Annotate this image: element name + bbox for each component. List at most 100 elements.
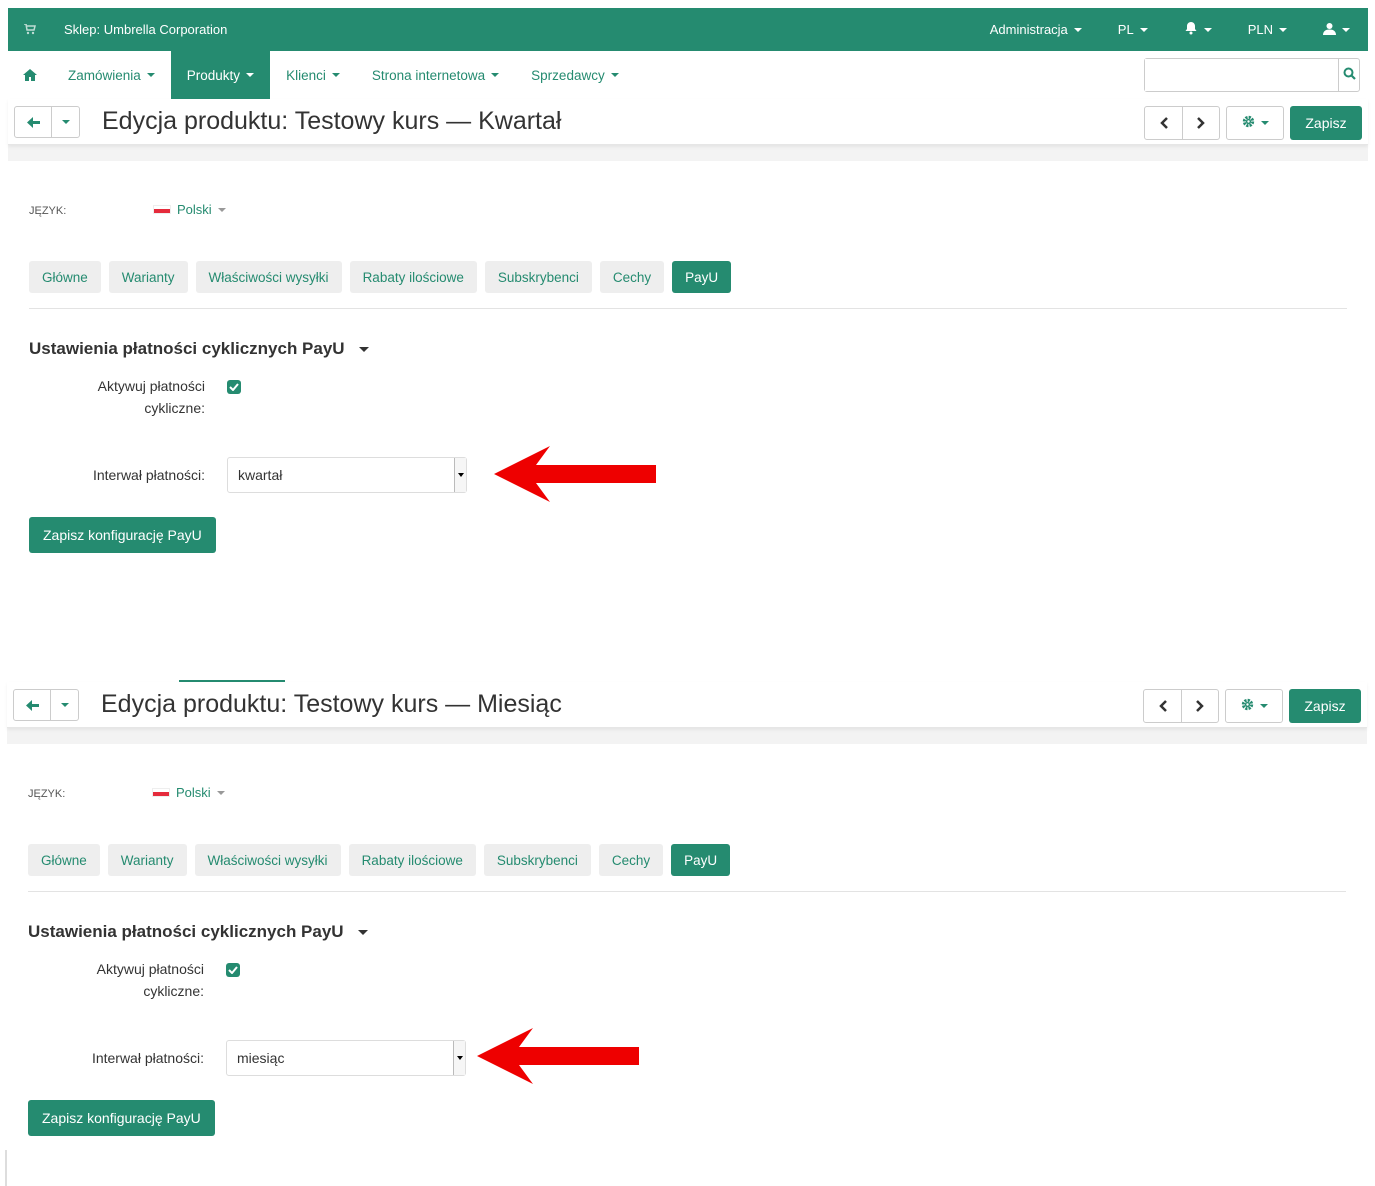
chevron-down-icon xyxy=(456,1056,463,1060)
nav-products-label: Produkty xyxy=(186,67,241,83)
currency-menu[interactable]: PLN xyxy=(1230,8,1305,51)
tab-subscribers[interactable]: Subskrybenci xyxy=(483,844,591,876)
tab-shipping[interactable]: Właściwości wysyłki xyxy=(194,844,341,876)
chevron-down-icon xyxy=(1279,27,1287,32)
activate-recurring-label-line-2: cykliczne: xyxy=(143,983,204,999)
tab-shipping[interactable]: Właściwości wysyłki xyxy=(195,261,342,293)
page-header: Edycja produktu: Testowy kurs — Miesiąc … xyxy=(7,682,1367,728)
admin-label: Administracja xyxy=(989,22,1068,37)
page-title: Edycja produktu: Testowy kurs — Miesiąc xyxy=(101,690,562,718)
payment-interval-select[interactable]: miesiąc xyxy=(226,1040,466,1076)
chevron-down-icon xyxy=(358,346,369,352)
top-bar: Sklep: Umbrella Corporation Administracj… xyxy=(8,8,1368,51)
activate-recurring-checkbox[interactable] xyxy=(227,380,241,394)
language-dropdown[interactable]: Polski xyxy=(153,202,226,217)
search-box xyxy=(1144,58,1360,92)
language-menu[interactable]: PL xyxy=(1100,8,1166,51)
tab-variants[interactable]: Warianty xyxy=(108,261,188,293)
prev-button[interactable] xyxy=(1144,690,1181,722)
payment-interval-row: Interwał płatności: miesiąc xyxy=(28,1040,1367,1078)
payment-interval-select[interactable]: kwartał xyxy=(227,457,467,493)
divider xyxy=(29,308,1347,309)
nav-website[interactable]: Strona internetowa xyxy=(356,51,515,99)
nav-sellers[interactable]: Sprzedawcy xyxy=(515,51,635,99)
product-edit-section-quarter: Edycja produktu: Testowy kurs — Kwartał … xyxy=(8,99,1368,553)
tab-quantity-discounts[interactable]: Rabaty ilościowe xyxy=(348,844,476,876)
activate-recurring-label-line-1: Aktywuj płatności xyxy=(97,378,205,394)
chevron-down-icon xyxy=(60,703,69,707)
product-tabs: Główne Warianty Właściwości wysyłki Raba… xyxy=(28,844,1367,876)
settings-dropdown-button[interactable] xyxy=(1226,106,1284,140)
language-value: Polski xyxy=(177,202,212,217)
nav-sellers-label: Sprzedawcy xyxy=(531,67,605,83)
chevron-down-icon xyxy=(331,73,340,77)
tab-variants[interactable]: Warianty xyxy=(107,844,187,876)
save-payu-config-button[interactable]: Zapisz konfigurację PayU xyxy=(29,517,216,553)
next-button[interactable] xyxy=(1182,107,1219,139)
back-button[interactable] xyxy=(15,107,51,137)
back-button-group xyxy=(13,689,79,721)
select-arrow xyxy=(453,1041,465,1075)
payment-interval-value: miesiąc xyxy=(237,1050,285,1066)
page-title: Edycja produktu: Testowy kurs — Kwartał xyxy=(102,107,562,135)
main-nav: Zamówienia Produkty Klienci Strona inter… xyxy=(8,51,1368,99)
activate-recurring-label: Aktywuj płatności cykliczne: xyxy=(28,958,204,1002)
tab-subscribers[interactable]: Subskrybenci xyxy=(484,261,592,293)
gear-icon xyxy=(1242,115,1255,131)
search-button[interactable] xyxy=(1338,59,1359,91)
payu-settings-toggle[interactable]: Ustawienia płatności cyklicznych PayU xyxy=(28,922,1367,942)
tab-quantity-discounts[interactable]: Rabaty ilościowe xyxy=(349,261,477,293)
prev-next-group xyxy=(1143,689,1219,723)
language-label: JĘZYK: xyxy=(28,788,66,800)
chevron-down-icon xyxy=(457,473,464,477)
shop-name[interactable]: Sklep: Umbrella Corporation xyxy=(64,22,227,37)
payu-settings-toggle[interactable]: Ustawienia płatności cyklicznych PayU xyxy=(29,339,1368,359)
admin-menu[interactable]: Administracja xyxy=(972,8,1100,51)
product-tabs: Główne Warianty Właściwości wysyłki Raba… xyxy=(29,261,1368,293)
prev-next-group xyxy=(1144,106,1220,140)
tab-payu[interactable]: PayU xyxy=(672,261,732,293)
payu-settings-title: Ustawienia płatności cyklicznych PayU xyxy=(29,339,345,358)
home-icon[interactable] xyxy=(8,51,52,99)
language-dropdown[interactable]: Polski xyxy=(152,785,225,800)
prev-button[interactable] xyxy=(1145,107,1182,139)
tab-payu[interactable]: PayU xyxy=(671,844,731,876)
language-value: Polski xyxy=(176,785,211,800)
nav-orders[interactable]: Zamówienia xyxy=(52,51,171,99)
payment-interval-label: Interwał płatności: xyxy=(92,467,205,483)
save-button[interactable]: Zapisz xyxy=(1290,106,1362,140)
settings-dropdown-button[interactable] xyxy=(1225,689,1283,723)
nav-clients[interactable]: Klienci xyxy=(270,51,356,99)
back-dropdown-button[interactable] xyxy=(51,107,79,137)
activate-recurring-checkbox[interactable] xyxy=(226,963,240,977)
language-label: PL xyxy=(1117,22,1134,37)
back-dropdown-button[interactable] xyxy=(50,690,78,720)
chevron-down-icon xyxy=(1260,121,1269,125)
activate-recurring-label: Aktywuj płatności cykliczne: xyxy=(29,375,205,419)
tab-main[interactable]: Główne xyxy=(28,844,100,876)
chevron-down-icon xyxy=(1259,704,1268,708)
chevron-down-icon xyxy=(246,73,255,77)
tab-main[interactable]: Główne xyxy=(29,261,101,293)
user-menu[interactable] xyxy=(1305,8,1368,51)
nav-products[interactable]: Produkty xyxy=(170,51,271,99)
search-input[interactable] xyxy=(1145,59,1338,91)
bell-icon xyxy=(1184,21,1198,38)
next-button[interactable] xyxy=(1181,690,1218,722)
language-selector-row: JĘZYK: Polski xyxy=(28,744,1367,844)
page-content: JĘZYK: Polski Główne Warianty Właściwośc… xyxy=(7,744,1367,1136)
payment-interval-label: Interwał płatności: xyxy=(91,1050,204,1066)
tab-features[interactable]: Cechy xyxy=(599,261,665,293)
page-header: Edycja produktu: Testowy kurs — Kwartał … xyxy=(8,99,1368,145)
save-button[interactable]: Zapisz xyxy=(1289,689,1361,723)
save-payu-config-button[interactable]: Zapisz konfigurację PayU xyxy=(28,1100,215,1136)
currency-label: PLN xyxy=(1247,22,1273,37)
tab-features[interactable]: Cechy xyxy=(598,844,664,876)
notifications-menu[interactable] xyxy=(1166,8,1230,51)
left-border-line xyxy=(5,1150,7,1186)
chevron-down-icon xyxy=(357,929,368,935)
chevron-down-icon xyxy=(1139,27,1148,32)
red-arrow-annotation xyxy=(494,446,656,502)
back-button[interactable] xyxy=(14,690,50,720)
activate-recurring-label-line-1: Aktywuj płatności xyxy=(96,961,204,977)
